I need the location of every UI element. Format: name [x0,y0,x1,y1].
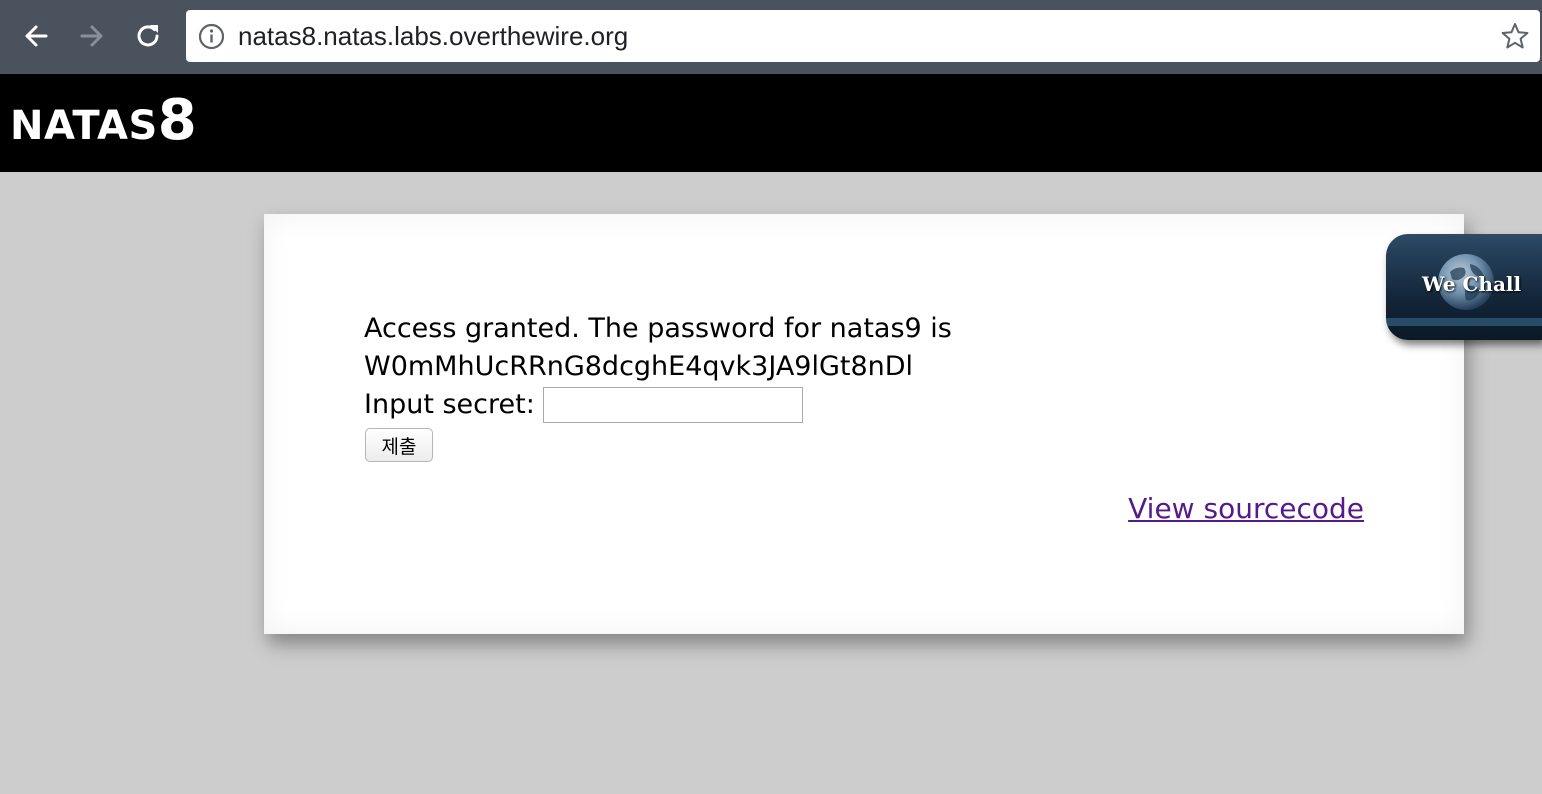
address-bar[interactable]: natas8.natas.labs.overthewire.org [186,10,1540,62]
forward-button[interactable] [72,16,112,56]
access-message: Access granted. The password for natas9 … [364,313,952,344]
password-text: W0mMhUcRRnG8dcghE4qvk3JA9lGt8nDl [364,351,914,382]
content-panel: Access granted. The password for natas9 … [264,214,1464,634]
back-icon [25,25,48,47]
reload-icon [137,25,159,47]
site-title-word: NATAS [10,103,158,149]
site-header: NATAS8 [0,74,1542,172]
forward-icon [80,25,103,47]
secret-label: Input secret: [364,389,535,420]
info-icon[interactable] [198,23,225,50]
message-block: Access granted. The password for natas9 … [364,310,952,424]
view-sourcecode-link[interactable]: View sourcecode [1128,492,1364,525]
site-title-number: 8 [157,88,197,153]
wechall-band [1386,318,1542,326]
back-button[interactable] [16,16,56,56]
wechall-label: We Chall [1422,272,1522,296]
submit-button[interactable]: 제출 [365,428,433,462]
wechall-badge[interactable]: We Chall [1386,234,1542,340]
secret-form-row: Input secret: [364,386,952,424]
url-text[interactable]: natas8.natas.labs.overthewire.org [238,21,628,52]
site-title: NATAS8 [10,88,197,153]
browser-toolbar: natas8.natas.labs.overthewire.org [0,0,1542,74]
secret-input[interactable] [542,387,803,423]
reload-button[interactable] [128,16,168,56]
bookmark-star-icon[interactable] [1500,21,1530,51]
